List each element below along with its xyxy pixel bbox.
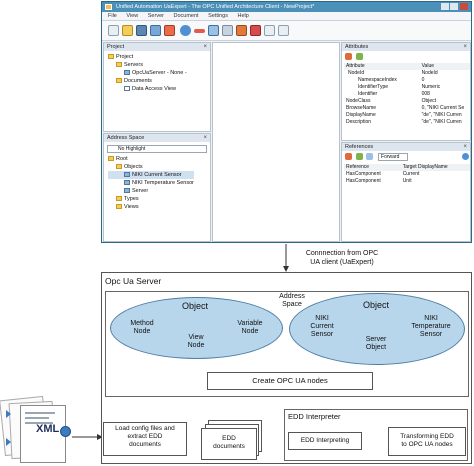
variable-node-label: Variable Node [228,320,272,336]
edd-documents-line: documents [213,443,245,450]
variable-node-line: Variable [237,320,263,327]
document-line [25,412,55,414]
document-line [25,417,49,419]
load-config-line: Load config files and [115,425,175,432]
variable-node-line: Node [241,328,259,335]
niki-current-sensor-line: Sensor [310,331,334,338]
connection-label-line: Connnection from OPC [305,250,379,257]
niki-temperature-sensor-line: Sensor [419,331,443,338]
edd-interpreting-box: EDD Interpreting [288,432,362,450]
edd-interpreter-title: EDD Interpreter [288,412,341,421]
connection-label: Connnection from OPC UA client (UaExpert… [292,249,392,267]
left-object-title: Object [181,301,208,311]
niki-current-sensor-line: NIKI [315,315,329,322]
arrow-left-icon [6,438,11,446]
create-opc-ua-nodes-box: Create OPC UA nodes [207,372,373,390]
xml-label: XML [36,423,60,435]
niki-current-sensor-label: NIKI Current Sensor [297,315,347,339]
globe-icon [60,426,71,437]
server-object-line: Server [365,336,387,343]
view-node-label: View Node [176,334,216,350]
niki-temperature-sensor-label: NIKI Temperature Sensor [402,315,460,339]
transforming-line: Transforming EDD [400,433,454,440]
method-node-line: Node [133,328,151,335]
arrow-left-icon [6,410,11,418]
load-config-line: documents [129,441,161,448]
server-object-line: Object [365,344,387,351]
address-space-label-line: Address [279,293,305,300]
edd-documents-line: EDD [222,435,236,442]
view-node-line: View [188,334,204,341]
load-config-line: extract EDD [127,433,163,440]
method-node-label: Method Node [120,320,164,336]
server-object-label: Server Object [352,336,400,352]
edd-documents-box: EDD documents [201,428,257,460]
view-node-line: Node [187,342,205,349]
transforming-line: to OPC UA nodes [401,441,453,448]
connection-label-line: UA client (UaExpert) [310,259,374,266]
method-node-line: Method [130,320,154,327]
transforming-box: Transforming EDD to OPC UA nodes [388,427,466,456]
load-config-box: Load config files and extract EDD docume… [103,422,187,456]
opc-ua-server-title: Opc Ua Server [105,276,162,286]
niki-current-sensor-line: Current [310,323,334,330]
right-object-title: Object [362,300,389,310]
niki-temperature-sensor-line: Temperature [411,323,451,330]
niki-temperature-sensor-line: NIKI [424,315,438,322]
